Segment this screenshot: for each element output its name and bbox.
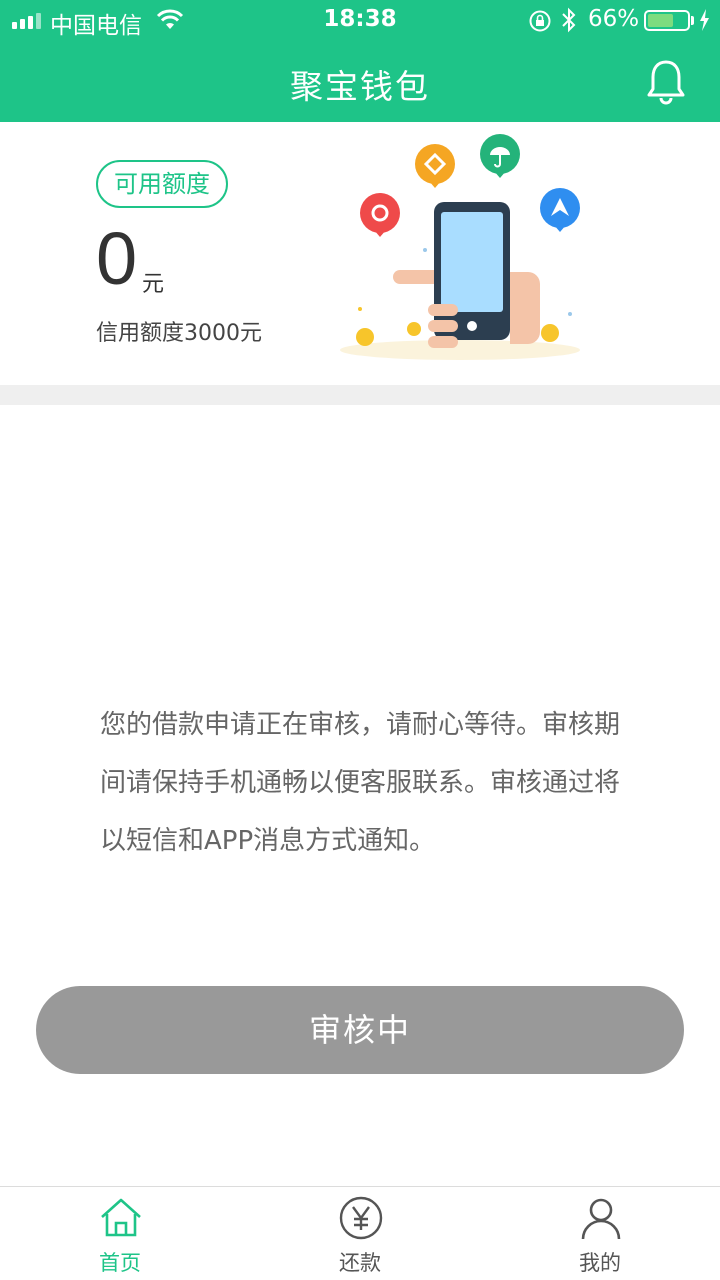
tab-repay[interactable]: 还款 [280, 1187, 440, 1280]
under-review-button[interactable]: 审核中 [36, 986, 684, 1074]
tab-repay-label: 还款 [339, 1251, 381, 1275]
tab-mine[interactable]: 我的 [520, 1187, 680, 1280]
charging-icon [700, 9, 709, 31]
tab-home[interactable]: 首页 [40, 1187, 200, 1280]
home-icon [101, 1198, 141, 1237]
user-icon [581, 1198, 621, 1240]
tab-bar: 首页 还款 我的 [0, 1186, 720, 1280]
page-title: 聚宝钱包 [290, 67, 430, 106]
phone-illustration [340, 134, 580, 360]
battery-percent: 66% [588, 6, 640, 32]
section-divider [0, 385, 720, 405]
tab-mine-label: 我的 [579, 1251, 621, 1275]
amount-unit: 元 [142, 272, 165, 297]
bell-icon[interactable] [644, 58, 688, 106]
app-header: 中国电信 18:38 66% 聚宝钱包 [0, 0, 720, 122]
yen-icon [339, 1196, 383, 1240]
battery-icon [644, 10, 690, 31]
tab-home-label: 首页 [99, 1251, 141, 1275]
rotation-lock-icon [529, 10, 551, 32]
credit-card: 可用额度 0 元 信用额度3000元 [0, 122, 720, 385]
review-message: 您的借款申请正在审核，请耐心等待。审核期间请保持手机通畅以便客服联系。审核通过将… [100, 710, 621, 856]
available-credit-badge: 可用额度 [96, 160, 228, 208]
bluetooth-icon [562, 7, 576, 33]
credit-limit: 信用额度3000元 [96, 321, 262, 346]
available-amount: 0 [96, 217, 138, 300]
status-bar: 中国电信 18:38 66% [0, 0, 720, 40]
